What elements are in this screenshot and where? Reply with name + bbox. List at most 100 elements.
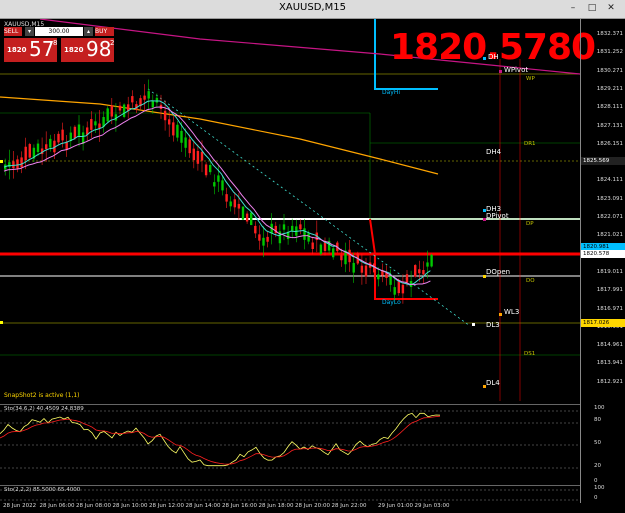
price-axis-label: 1817.991 [596, 287, 623, 294]
wp-label: WP [526, 76, 535, 82]
stoch2-tick-0: 0 [594, 495, 598, 501]
price-axis-label: 1826.151 [596, 140, 623, 147]
dh-label: DH [488, 53, 499, 61]
time-axis-label: 28 Jun 12:00 [149, 503, 184, 509]
candle-body [262, 237, 265, 246]
candle-body [204, 164, 208, 176]
candle-body [225, 194, 228, 202]
buy-price-box[interactable]: 1820 98 2 [61, 37, 115, 62]
price-axis-label: 1823.091 [596, 195, 623, 202]
stochastic-main-line [0, 412, 441, 467]
sell-price-sup: 8 [53, 39, 58, 47]
time-axis-label: 29 Jun 01:00 [378, 503, 413, 509]
candle-body [426, 262, 429, 267]
candle-body [188, 139, 191, 154]
stochastic-signal-line [0, 415, 441, 465]
sell-price-big: 57 [29, 37, 55, 61]
dopen-label: DOpen [486, 268, 511, 276]
time-axis-label: 28 Jun 16:00 [222, 503, 257, 509]
candle-body [348, 249, 351, 263]
price-axis-label: 1832.371 [596, 31, 623, 37]
fast-ma-line [3, 100, 431, 286]
candle-body [196, 150, 200, 164]
do-label: DO [526, 278, 535, 284]
sell-price-prefix: 1820 [7, 46, 27, 54]
volume-input[interactable]: 300.00 [35, 27, 83, 36]
candle-body [364, 265, 368, 277]
time-axis-label: 28 Jun 2022 [3, 503, 37, 509]
candle-body [28, 144, 31, 158]
buy-price-big: 98 [86, 37, 112, 61]
trend-line[interactable] [147, 88, 471, 327]
candle-body [299, 224, 302, 230]
candle-body [233, 199, 236, 208]
stoch-tick-20: 20 [594, 463, 601, 469]
candle-body [163, 110, 167, 121]
dh4-label: DH4 [486, 148, 502, 156]
candle-body [311, 242, 314, 250]
stochastic2-subwindow[interactable] [0, 485, 580, 504]
dpivot-label: DPivot [486, 212, 509, 220]
time-axis-label: 28 Jun 08:00 [76, 503, 111, 509]
stoch-tick-50: 50 [594, 440, 601, 446]
stochastic2-label: Sto(2,2,2) 85.5000 65.4000 [4, 487, 81, 493]
price-axis-label: 1816.971 [596, 305, 623, 312]
buy-price-sup: 2 [110, 39, 115, 47]
candle-body [266, 236, 269, 242]
candle-body [340, 255, 343, 261]
price-axis[interactable]: 1832.371 1831.252 1830.271 1829.211 1828.111… [580, 19, 625, 503]
candle-body [122, 104, 126, 117]
dayhi-label: DayHi [382, 89, 401, 96]
volume-down-button[interactable]: ▾ [25, 27, 34, 36]
candle-body [221, 180, 224, 191]
price-axis-label: 1813.941 [596, 360, 623, 367]
candle-body [45, 144, 48, 150]
price-axis-label: 1812.921 [596, 378, 623, 385]
dr1-label: DR1 [524, 141, 536, 147]
wpivot-label: WPivot [504, 66, 529, 74]
candle-body [430, 254, 433, 267]
close-button[interactable]: ✕ [604, 2, 618, 14]
volume-up-button[interactable]: ▴ [84, 27, 93, 36]
window-titlebar: XAUUSD,M15 – □ ✕ [0, 0, 625, 19]
time-axis-label: 28 Jun 20:00 [295, 503, 330, 509]
candle-body [168, 119, 171, 125]
stochastic-subwindow[interactable] [0, 404, 580, 485]
sell-price-box[interactable]: 1820 57 8 [4, 37, 58, 62]
candle-body [200, 151, 204, 161]
candle-body [98, 123, 101, 129]
candle-body [106, 108, 109, 122]
one-click-trade-panel: SELL ▾ 300.00 ▴ BUY 1820 57 8 1820 98 2 [4, 27, 114, 63]
level-lines [0, 59, 580, 401]
candle-body [49, 138, 52, 148]
minimize-button[interactable]: – [566, 2, 580, 14]
maximize-button[interactable]: □ [585, 2, 599, 14]
candle-body [291, 225, 294, 232]
candle-body [352, 262, 355, 273]
stoch-tick-100: 100 [594, 405, 605, 411]
sell-button[interactable]: SELL [4, 27, 22, 36]
candle-body [110, 105, 113, 117]
chart-area[interactable]: XAUUSD,M15 SELL ▾ 300.00 ▴ BUY 1820 57 8… [0, 19, 625, 513]
dl4-label: DL4 [486, 379, 500, 387]
candle-body [393, 287, 396, 295]
time-axis[interactable]: 28 Jun 2022 28 Jun 06:00 28 Jun 08:00 28 Ju… [0, 503, 580, 513]
candle-body [373, 263, 376, 273]
time-axis-label: 28 Jun 22:00 [331, 503, 367, 509]
time-axis-label: 28 Jun 10:00 [112, 503, 148, 509]
price-axis-label: 1822.071 [596, 214, 623, 220]
daylo-label: DayLo [382, 299, 401, 306]
candle-body [401, 284, 405, 294]
dp-label: DP [526, 221, 534, 227]
price-axis-label: 1831.252 [596, 49, 623, 56]
buy-button[interactable]: BUY [95, 27, 114, 36]
candle-body [332, 248, 335, 258]
candle-body [258, 234, 261, 241]
candle-body [241, 206, 245, 220]
candle-body [397, 281, 400, 294]
candle-body [250, 212, 253, 226]
time-axis-label: 28 Jun 14:00 [185, 503, 221, 509]
candle-body [192, 148, 195, 161]
candle-body [118, 105, 122, 111]
candle-body [389, 276, 392, 285]
